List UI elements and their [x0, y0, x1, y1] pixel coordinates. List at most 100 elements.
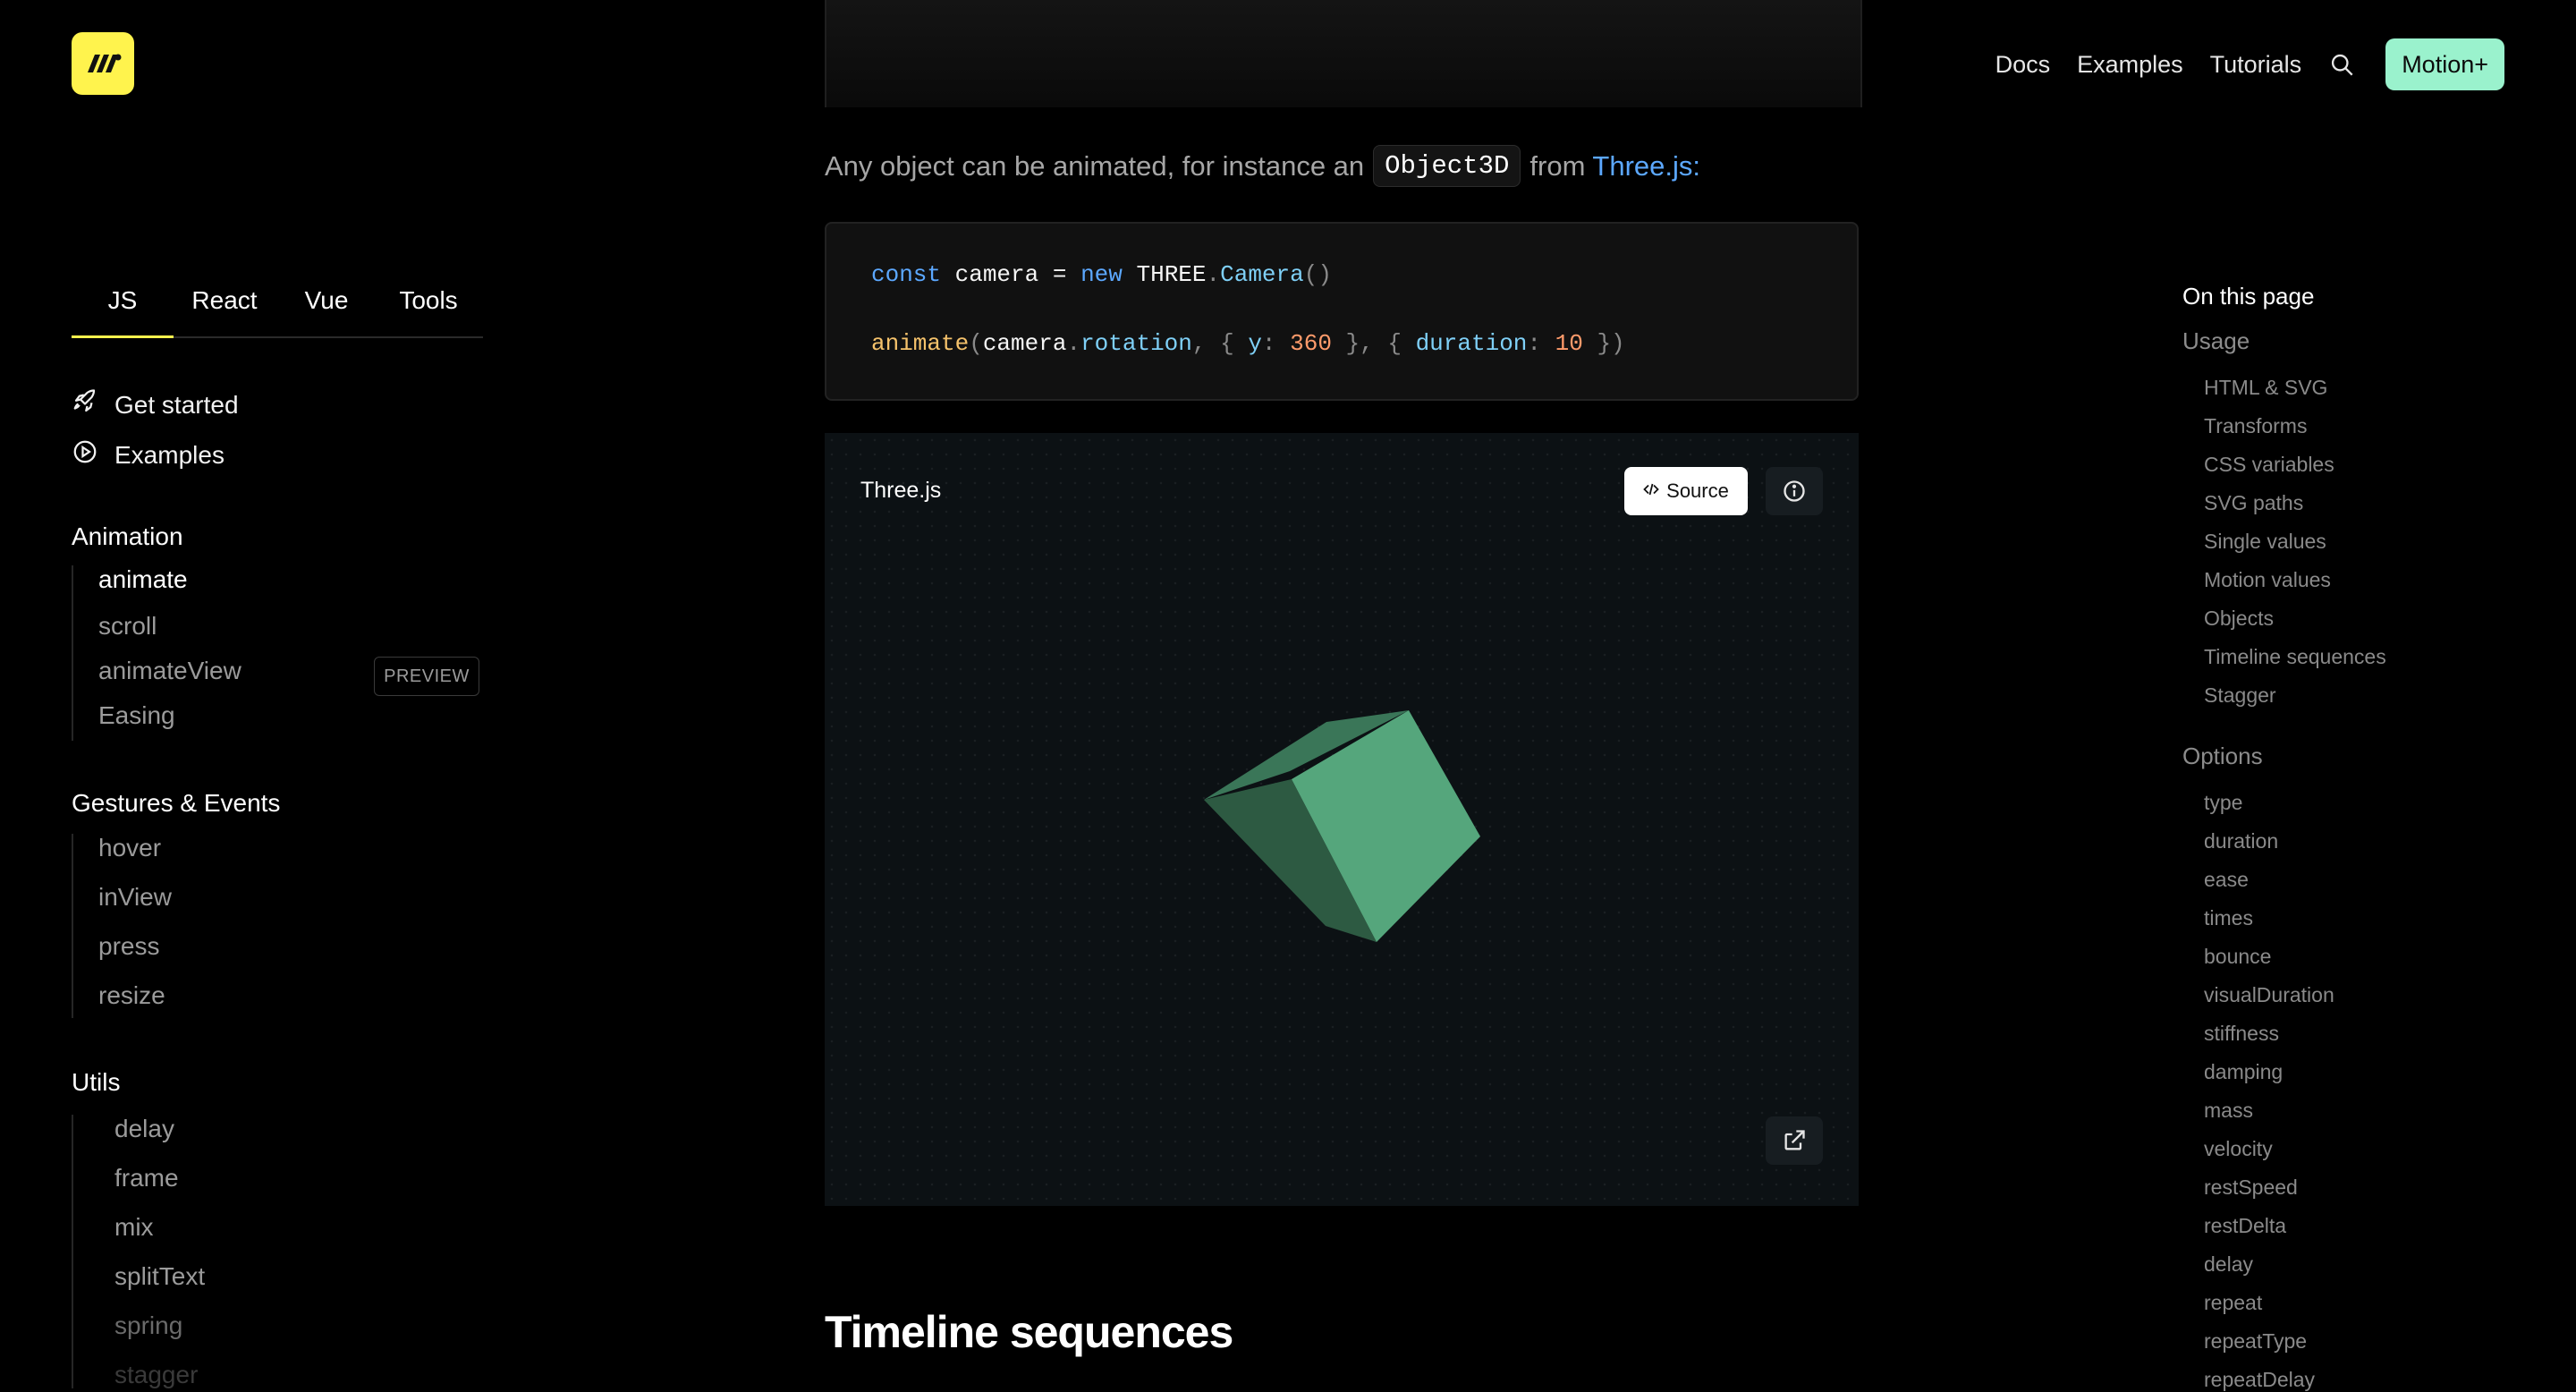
code-token: ()	[1303, 261, 1332, 288]
toc-item[interactable]: Stagger	[2204, 683, 2276, 708]
nav-tutorials-link[interactable]: Tutorials	[2210, 51, 2302, 79]
toc-item[interactable]: SVG paths	[2204, 491, 2303, 515]
code-token: camera	[982, 330, 1067, 357]
animation-group: animate scroll animateView Easing	[72, 565, 242, 741]
code-token: 10	[1555, 330, 1583, 357]
toc-item[interactable]: repeatType	[2204, 1329, 2307, 1354]
get-started-label: Get started	[114, 390, 239, 419]
toc-item[interactable]: velocity	[2204, 1137, 2273, 1161]
tab-tools[interactable]: Tools	[377, 268, 479, 336]
sidebar-item-inview[interactable]: inView	[98, 883, 172, 912]
previous-code-block	[825, 0, 1862, 107]
sidebar-item-splittext[interactable]: splitText	[114, 1262, 205, 1291]
code-line-2: animate(camera.rotation, { y: 360 }, { d…	[871, 330, 1625, 357]
toc-item[interactable]: Objects	[2204, 607, 2274, 631]
toc-item[interactable]: restDelta	[2204, 1214, 2286, 1238]
toc-item[interactable]: stiffness	[2204, 1022, 2279, 1046]
toc-item[interactable]: HTML & SVG	[2204, 376, 2327, 400]
toc-item[interactable]: ease	[2204, 868, 2249, 892]
toc-item[interactable]: CSS variables	[2204, 453, 2334, 477]
nav-examples-link[interactable]: Examples	[2077, 51, 2183, 79]
preview-badge: PREVIEW	[374, 657, 479, 696]
object3d-inline-code: Object3D	[1373, 145, 1521, 187]
framework-tabs: JS React Vue Tools	[72, 268, 483, 338]
toc-item[interactable]: Motion values	[2204, 568, 2331, 592]
code-token: const	[871, 261, 942, 288]
threejs-demo-panel: Three.js Source	[825, 433, 1859, 1206]
toc-item[interactable]: damping	[2204, 1060, 2283, 1084]
tab-vue[interactable]: Vue	[275, 268, 377, 336]
sidebar-link-get-started[interactable]: Get started	[72, 388, 239, 421]
section-gestures-heading: Gestures & Events	[72, 789, 281, 817]
objects-paragraph: Any object can be animated, for instance…	[825, 145, 1700, 187]
sidebar-item-stagger[interactable]: stagger	[114, 1361, 198, 1389]
top-nav: Docs Examples Tutorials Motion+	[1996, 38, 2504, 91]
external-link-icon	[1784, 1130, 1805, 1150]
sidebar-item-mix[interactable]: mix	[114, 1213, 154, 1242]
paragraph-text-mid: from	[1530, 149, 1586, 182]
sidebar-item-animateview[interactable]: animateView	[98, 657, 242, 685]
sidebar-item-spring[interactable]: spring	[114, 1311, 182, 1340]
tab-js[interactable]: JS	[72, 268, 174, 338]
threejs-link[interactable]: Three.js	[1592, 150, 1692, 182]
code-token: =	[1038, 261, 1081, 288]
section-utils-heading: Utils	[72, 1068, 121, 1096]
code-token: })	[1582, 330, 1625, 357]
toc-item[interactable]: repeat	[2204, 1291, 2262, 1315]
sidebar-item-easing[interactable]: Easing	[98, 701, 175, 730]
play-circle-icon	[72, 438, 98, 471]
code-token: 360	[1290, 330, 1332, 357]
toc-section-options[interactable]: Options	[2182, 743, 2263, 770]
sidebar-item-press[interactable]: press	[98, 932, 159, 961]
toc-item[interactable]: bounce	[2204, 945, 2271, 969]
code-token: THREE	[1136, 261, 1207, 288]
toc-item[interactable]: duration	[2204, 829, 2278, 853]
toc-item[interactable]: Single values	[2204, 530, 2326, 554]
utils-group: delay frame mix splitText spring stagger	[72, 1115, 205, 1388]
examples-label: Examples	[114, 440, 225, 469]
code-token: , {	[1191, 330, 1249, 357]
rocket-icon	[72, 388, 98, 421]
code-token: y	[1248, 330, 1262, 357]
motion-logo[interactable]	[72, 32, 134, 95]
open-external-button[interactable]	[1766, 1116, 1823, 1165]
code-token: camera	[954, 261, 1039, 288]
nav-docs-link[interactable]: Docs	[1996, 51, 2051, 79]
code-token: Camera	[1220, 261, 1304, 288]
motion-logo-icon	[88, 54, 122, 72]
search-icon[interactable]	[2328, 51, 2355, 78]
toc-title: On this page	[2182, 283, 2315, 310]
code-token: rotation	[1080, 330, 1192, 357]
code-block: const camera = new THREE.Camera() animat…	[825, 222, 1859, 401]
sidebar-item-frame[interactable]: frame	[114, 1164, 179, 1193]
tab-react[interactable]: React	[174, 268, 275, 336]
code-token: :	[1261, 330, 1291, 357]
rotating-cube	[1204, 710, 1480, 942]
toc-item[interactable]: Transforms	[2204, 414, 2307, 438]
sidebar-item-delay[interactable]: delay	[114, 1115, 174, 1143]
sidebar-item-scroll[interactable]: scroll	[98, 612, 157, 641]
sidebar-link-examples[interactable]: Examples	[72, 438, 225, 471]
toc-item[interactable]: type	[2204, 791, 2242, 815]
motion-plus-button[interactable]: Motion+	[2385, 38, 2504, 90]
toc-section-usage[interactable]: Usage	[2182, 327, 2250, 355]
toc-item[interactable]: mass	[2204, 1099, 2253, 1123]
sidebar-item-resize[interactable]: resize	[98, 981, 165, 1010]
toc-item[interactable]: times	[2204, 906, 2253, 930]
code-token: }, {	[1331, 330, 1416, 357]
code-token: (	[969, 330, 983, 357]
code-line-1: const camera = new THREE.Camera()	[871, 261, 1332, 288]
toc-item[interactable]: delay	[2204, 1252, 2253, 1277]
previous-code-fade	[869, 32, 1442, 59]
toc-item[interactable]: restSpeed	[2204, 1176, 2298, 1200]
code-token: .	[1206, 261, 1221, 288]
toc-item[interactable]: visualDuration	[2204, 983, 2334, 1007]
sidebar-item-animate[interactable]: animate	[98, 565, 188, 594]
paragraph-colon: :	[1692, 149, 1700, 182]
code-token: new	[1080, 261, 1123, 288]
sidebar-item-hover[interactable]: hover	[98, 834, 161, 862]
code-token: duration	[1415, 330, 1528, 357]
toc-item[interactable]: Timeline sequences	[2204, 645, 2386, 669]
timeline-sequences-heading: Timeline sequences	[825, 1307, 1233, 1357]
code-token: animate	[871, 330, 970, 357]
